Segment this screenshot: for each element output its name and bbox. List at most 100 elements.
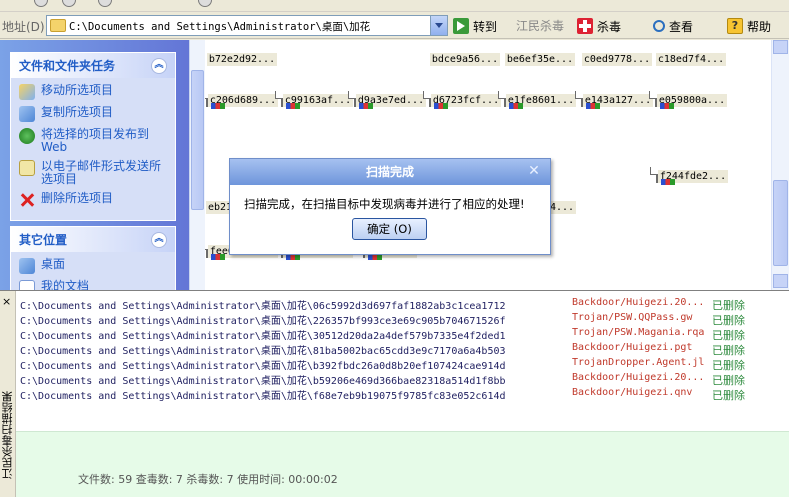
file-item[interactable]: be6ef35e...: [503, 50, 577, 66]
result-row[interactable]: C:\Documents and Settings\Administrator\…: [20, 342, 780, 357]
result-row[interactable]: C:\Documents and Settings\Administrator\…: [20, 357, 780, 372]
task-email-label: 以电子邮件形式发送所选项目: [41, 159, 162, 186]
file-item[interactable]: e059800a...: [654, 91, 728, 107]
task-pane-scrollbar[interactable]: [189, 40, 205, 290]
cross-icon: [577, 18, 593, 34]
go-button[interactable]: 转到: [453, 16, 497, 36]
result-status: 已删除: [712, 374, 745, 387]
results-panel-label: 江民杀毒扫描结果: [1, 391, 14, 479]
result-virus: Backdoor/Huigezi.20...: [572, 297, 705, 308]
go-arrow-icon: [453, 18, 469, 34]
file-item[interactable]: c0ed9778...: [580, 50, 654, 66]
file-item[interactable]: c99163af...: [280, 91, 354, 107]
task-move-label: 移动所选项目: [41, 83, 114, 97]
file-item[interactable]: c206d689...: [205, 91, 279, 107]
folders-icon[interactable]: [198, 0, 212, 7]
task-pane: 文件和文件夹任务 ︽ 移动所选项目 复制所选项目 将选择的项目发布到 Web 以…: [0, 40, 191, 290]
file-tasks-header[interactable]: 文件和文件夹任务 ︽: [11, 53, 175, 78]
task-copy[interactable]: 复制所选项目: [19, 106, 169, 122]
file-item[interactable]: c18ed7f4...: [654, 50, 728, 66]
file-name: c18ed7f4...: [655, 53, 727, 66]
file-item[interactable]: d9a3e7ed...: [353, 91, 427, 107]
result-status: 已删除: [712, 314, 745, 327]
scroll-down-button[interactable]: [773, 274, 788, 288]
go-label: 转到: [473, 19, 498, 34]
file-icon: [428, 91, 431, 107]
scroll-thumb[interactable]: [773, 180, 788, 266]
place-my-documents[interactable]: 我的文档: [19, 280, 169, 290]
file-name: b72e2d92...: [206, 53, 278, 66]
file-name: c0ed9778...: [581, 53, 653, 66]
ok-button[interactable]: 确定 (O): [352, 218, 427, 240]
collapse-icon[interactable]: ︽: [151, 57, 167, 74]
close-icon[interactable]: ✕: [526, 163, 542, 179]
task-delete[interactable]: 删除所选项目: [19, 192, 169, 208]
move-icon: [19, 84, 35, 100]
result-row[interactable]: C:\Documents and Settings\Administrator\…: [20, 297, 780, 312]
scan-complete-dialog: 扫描完成 ✕ 扫描完成，在扫描目标中发现病毒并进行了相应的处理! 确定 (O): [229, 158, 551, 255]
view-button[interactable]: 查看: [653, 16, 693, 36]
place-desktop-label: 桌面: [41, 257, 66, 271]
file-icon: [205, 242, 208, 258]
up-icon[interactable]: [98, 0, 112, 7]
collapse-icon[interactable]: ︽: [151, 231, 167, 248]
view-label: 查看: [669, 19, 694, 34]
result-path: C:\Documents and Settings\Administrator\…: [20, 346, 506, 357]
forward-icon[interactable]: [62, 0, 76, 7]
task-publish-label: 将选择的项目发布到 Web: [41, 127, 150, 154]
place-desktop[interactable]: 桌面: [19, 258, 169, 274]
task-copy-label: 复制所选项目: [41, 105, 114, 119]
result-path: C:\Documents and Settings\Administrator\…: [20, 316, 506, 327]
other-places-title: 其它位置: [19, 233, 68, 247]
kill-button[interactable]: 杀毒: [577, 16, 621, 36]
task-email[interactable]: 以电子邮件形式发送所选项目: [19, 160, 169, 186]
result-path: C:\Documents and Settings\Administrator\…: [20, 361, 506, 372]
file-list-scrollbar[interactable]: [771, 40, 789, 290]
file-item[interactable]: e1fe8601...: [503, 91, 577, 107]
file-item[interactable]: e143a127...: [580, 91, 654, 107]
result-path: C:\Documents and Settings\Administrator\…: [20, 391, 506, 402]
task-move[interactable]: 移动所选项目: [19, 84, 169, 100]
scroll-thumb[interactable]: [191, 70, 204, 210]
file-item[interactable]: d6723fcf...: [428, 91, 502, 107]
result-virus: TrojanDropper.Agent.jl: [572, 357, 705, 368]
task-delete-label: 删除所选项目: [41, 191, 114, 205]
help-button[interactable]: ? 帮助: [727, 16, 771, 36]
close-icon[interactable]: ×: [2, 295, 11, 308]
back-icon[interactable]: [34, 0, 48, 7]
address-input[interactable]: C:\Documents and Settings\Administrator\…: [46, 15, 448, 36]
other-places-header[interactable]: 其它位置 ︽: [11, 227, 175, 252]
address-label: 地址(D): [2, 20, 45, 34]
folder-icon: [50, 19, 66, 32]
file-name: be6ef35e...: [504, 53, 576, 66]
scroll-up-button[interactable]: [773, 40, 788, 54]
mail-icon: [19, 160, 35, 176]
help-label: 帮助: [747, 19, 772, 34]
top-toolbar-strip: [0, 0, 789, 12]
file-icon: [503, 91, 506, 107]
result-virus: Backdoor/Huigezi.pgt: [572, 342, 693, 353]
dialog-title-bar: 扫描完成 ✕: [230, 159, 550, 185]
result-row[interactable]: C:\Documents and Settings\Administrator\…: [20, 312, 780, 327]
file-icon: [654, 91, 657, 107]
address-bar: 地址(D) C:\Documents and Settings\Administ…: [0, 12, 789, 39]
address-dropdown-button[interactable]: [430, 16, 447, 35]
file-item[interactable]: b72e2d92...: [205, 50, 279, 66]
result-path: C:\Documents and Settings\Administrator\…: [20, 376, 506, 387]
result-row[interactable]: C:\Documents and Settings\Administrator\…: [20, 372, 780, 387]
file-icon: [280, 91, 283, 107]
copy-icon: [19, 106, 35, 122]
result-virus: Trojan/PSW.QQPass.gw: [572, 312, 693, 323]
delete-icon: [19, 192, 35, 208]
result-status: 已删除: [712, 344, 745, 357]
magnifier-icon: [653, 20, 665, 32]
file-icon: [580, 91, 583, 107]
result-row[interactable]: C:\Documents and Settings\Administrator\…: [20, 327, 780, 342]
result-virus: Backdoor/Huigezi.20...: [572, 372, 705, 383]
file-item[interactable]: bdce9a56...: [428, 50, 502, 66]
result-row[interactable]: C:\Documents and Settings\Administrator\…: [20, 387, 780, 402]
stats-area: 文件数: 59 查毒数: 7 杀毒数: 7 使用时间: 00:00:02: [16, 431, 789, 497]
file-item[interactable]: f244fde2...: [655, 167, 729, 183]
task-publish-web[interactable]: 将选择的项目发布到 Web: [19, 128, 169, 154]
documents-icon: [19, 280, 35, 290]
